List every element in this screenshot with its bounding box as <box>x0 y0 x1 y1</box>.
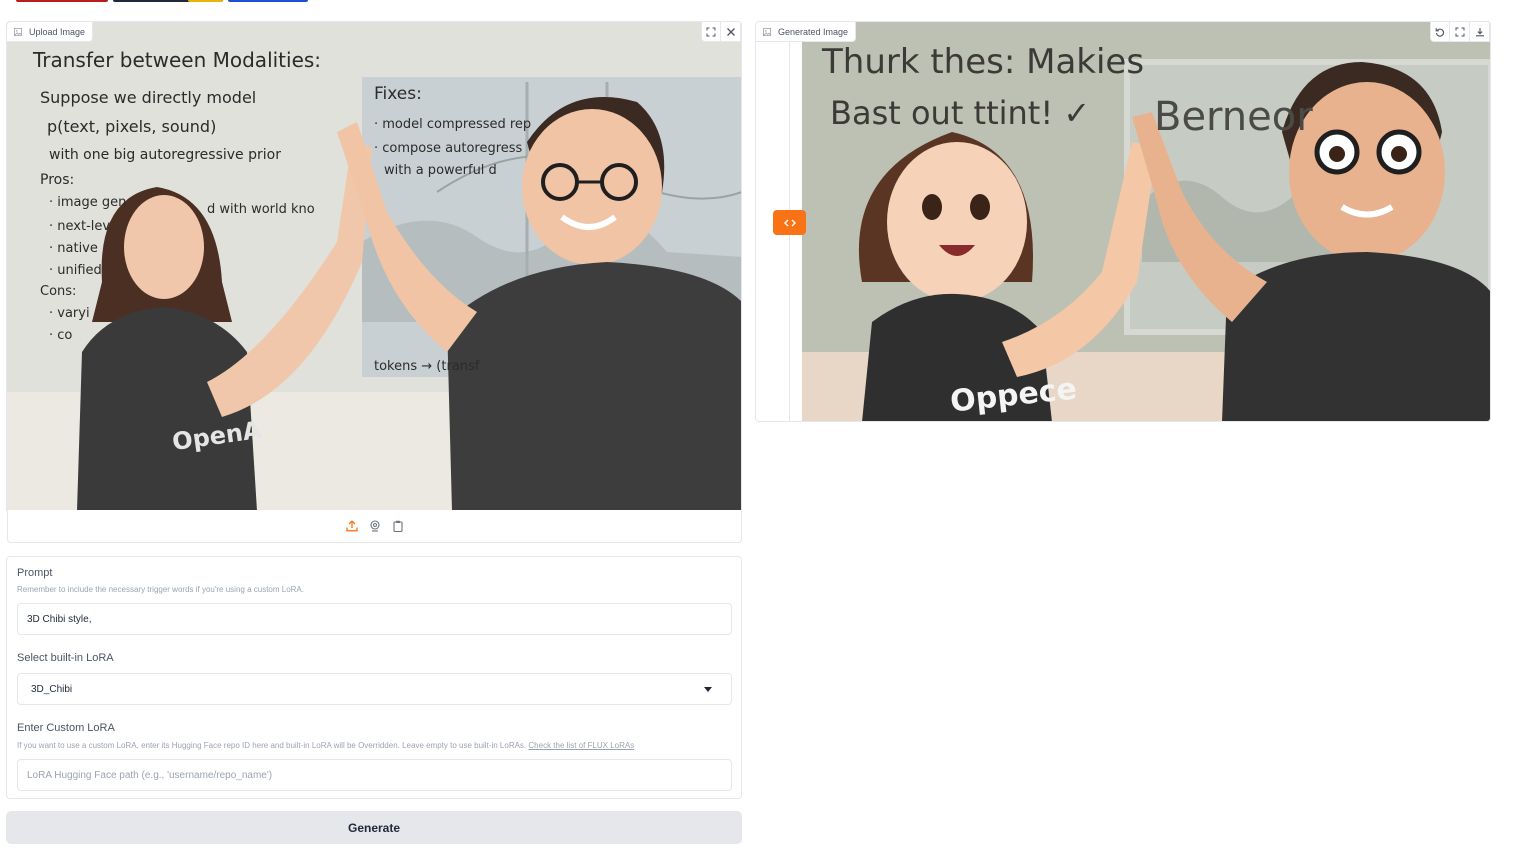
whiteboard-text: with a powerful d <box>384 163 497 178</box>
top-tab-stub <box>188 0 223 2</box>
uploaded-photo: Transfer between Modalities: Suppose we … <box>7 22 741 510</box>
custom-lora-info: If you want to use a custom LoRA, enter … <box>17 741 634 750</box>
generated-image-panel[interactable]: Generated Image Thurk thes: Makies Bast … <box>755 21 1491 422</box>
fullscreen-icon[interactable] <box>701 22 721 42</box>
generate-button[interactable]: Generate <box>6 811 742 844</box>
whiteboard-text: · model compressed rep <box>374 117 532 132</box>
image-icon <box>14 28 22 36</box>
whiteboard-text: · image gen <box>49 195 127 210</box>
chevron-down-icon <box>704 686 712 692</box>
top-tab-stub <box>16 0 108 2</box>
whiteboard-text: · unified <box>49 263 102 278</box>
close-icon[interactable] <box>721 22 741 42</box>
whiteboard-text: Thurk thes: Makies <box>822 42 1145 82</box>
whiteboard-text: with one big autoregressive prior <box>49 147 281 163</box>
custom-lora-label: Enter Custom LoRA <box>17 722 115 734</box>
whiteboard-text: p(text, pixels, sound) <box>47 117 217 136</box>
prompt-label: Prompt <box>17 567 53 579</box>
upload-icon[interactable] <box>345 519 359 533</box>
whiteboard-text: Cons: <box>40 284 77 299</box>
whiteboard-text: Pros: <box>40 172 75 188</box>
upload-image-label: Upload Image <box>7 22 94 42</box>
whiteboard-text: Transfer between Modalities: <box>33 48 322 72</box>
whiteboard-text: · varyi <box>49 306 90 321</box>
window-text: Berneor <box>1154 94 1313 140</box>
fullscreen-icon[interactable] <box>1450 22 1470 42</box>
whiteboard-text: Suppose we directly model <box>40 88 257 107</box>
settings-form: Prompt Remember to include the necessary… <box>6 556 742 799</box>
whiteboard-text: tokens → (transf <box>374 359 480 374</box>
whiteboard-text: · next-lev <box>49 219 111 234</box>
lora-select-dropdown[interactable]: 3D_Chibi <box>17 673 732 705</box>
lora-select-value: 3D_Chibi <box>31 683 73 695</box>
arrows-left-right-icon <box>783 219 796 226</box>
download-icon[interactable] <box>1470 22 1490 42</box>
image-source-bar <box>7 510 742 543</box>
whiteboard-text: d with world kno <box>207 202 315 217</box>
whiteboard-text: · compose autoregress <box>374 141 523 156</box>
webcam-icon[interactable] <box>368 519 382 533</box>
whiteboard-text: · co <box>49 328 73 343</box>
whiteboard-text: Fixes: <box>374 84 422 104</box>
generated-image-label-text: Generated Image <box>778 27 849 37</box>
custom-lora-info-text: If you want to use a custom LoRA, enter … <box>17 741 527 750</box>
image-icon <box>763 28 771 36</box>
lora-select-label: Select built-in LoRA <box>17 652 114 664</box>
generated-photo: Thurk thes: Makies Bast out ttint! ✓ Ber… <box>802 22 1490 421</box>
custom-lora-input[interactable]: LoRA Hugging Face path (e.g., 'username/… <box>17 759 732 791</box>
whiteboard-text: · native <box>49 241 98 256</box>
whiteboard-text: Bast out ttint! ✓ <box>830 94 1091 132</box>
undo-icon[interactable] <box>1430 22 1450 42</box>
top-tab-stub <box>228 0 308 2</box>
flux-loras-link[interactable]: Check the list of FLUX LoRAs <box>528 741 634 750</box>
prompt-info: Remember to include the necessary trigge… <box>17 585 304 594</box>
generated-image-label: Generated Image <box>756 22 857 42</box>
upload-image-panel[interactable]: Upload Image Transfer between Modalities… <box>6 21 742 511</box>
upload-image-label-text: Upload Image <box>29 27 86 37</box>
prompt-input[interactable]: 3D Chibi style, <box>17 603 732 635</box>
clipboard-icon[interactable] <box>391 519 405 533</box>
compare-slider-handle[interactable] <box>773 210 806 235</box>
